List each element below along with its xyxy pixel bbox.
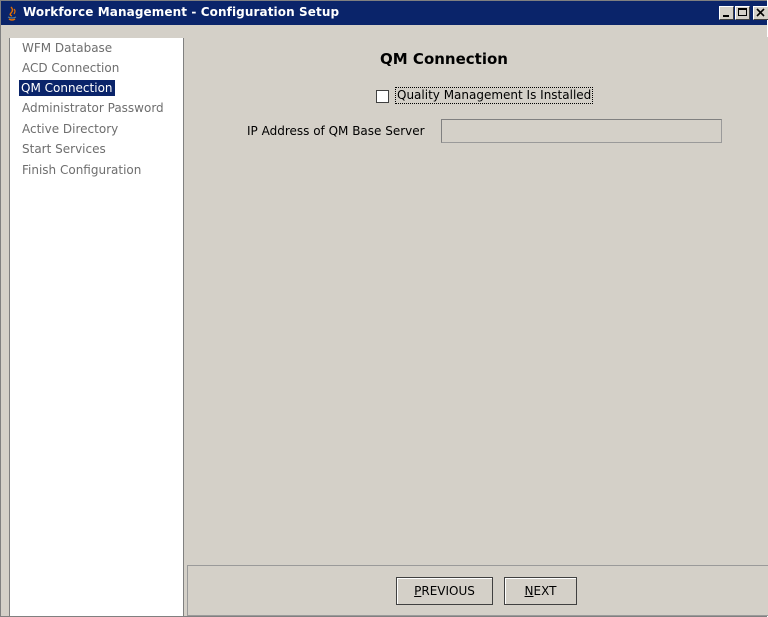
sidebar-item-administrator-password[interactable]: Administrator Password <box>20 100 166 116</box>
close-button[interactable] <box>753 6 768 20</box>
ip-address-field[interactable] <box>441 119 722 143</box>
ip-address-label: IP Address of QM Base Server <box>247 124 425 138</box>
page-title: QM Connection <box>380 50 508 68</box>
maximize-button[interactable] <box>735 6 750 20</box>
sidebar-item-active-directory[interactable]: Active Directory <box>20 121 120 137</box>
sidebar-item-wfm-database[interactable]: WFM Database <box>20 40 114 56</box>
java-icon <box>4 5 20 21</box>
window-title: Workforce Management - Configuration Set… <box>23 5 340 19</box>
content-panel <box>185 37 768 565</box>
sidebar-item-acd-connection[interactable]: ACD Connection <box>20 60 121 76</box>
minimize-button[interactable] <box>719 6 734 20</box>
qm-installed-label[interactable]: Quality Management Is Installed <box>394 87 594 104</box>
sidebar-item-qm-connection[interactable]: QM Connection <box>19 80 115 96</box>
next-mnemonic: N <box>524 584 534 598</box>
title-bar[interactable]: Workforce Management - Configuration Set… <box>1 1 768 25</box>
steps-sidebar: WFM Database ACD Connection QM Connectio… <box>9 38 184 616</box>
sidebar-item-finish-configuration[interactable]: Finish Configuration <box>20 162 143 178</box>
next-label: EXT <box>533 584 557 598</box>
qm-installed-checkbox[interactable] <box>376 90 389 103</box>
next-button[interactable]: NEXT <box>504 577 577 605</box>
previous-button[interactable]: PREVIOUS <box>396 577 493 605</box>
previous-label: REVIOUS <box>421 584 475 598</box>
sidebar-item-start-services[interactable]: Start Services <box>20 141 108 157</box>
